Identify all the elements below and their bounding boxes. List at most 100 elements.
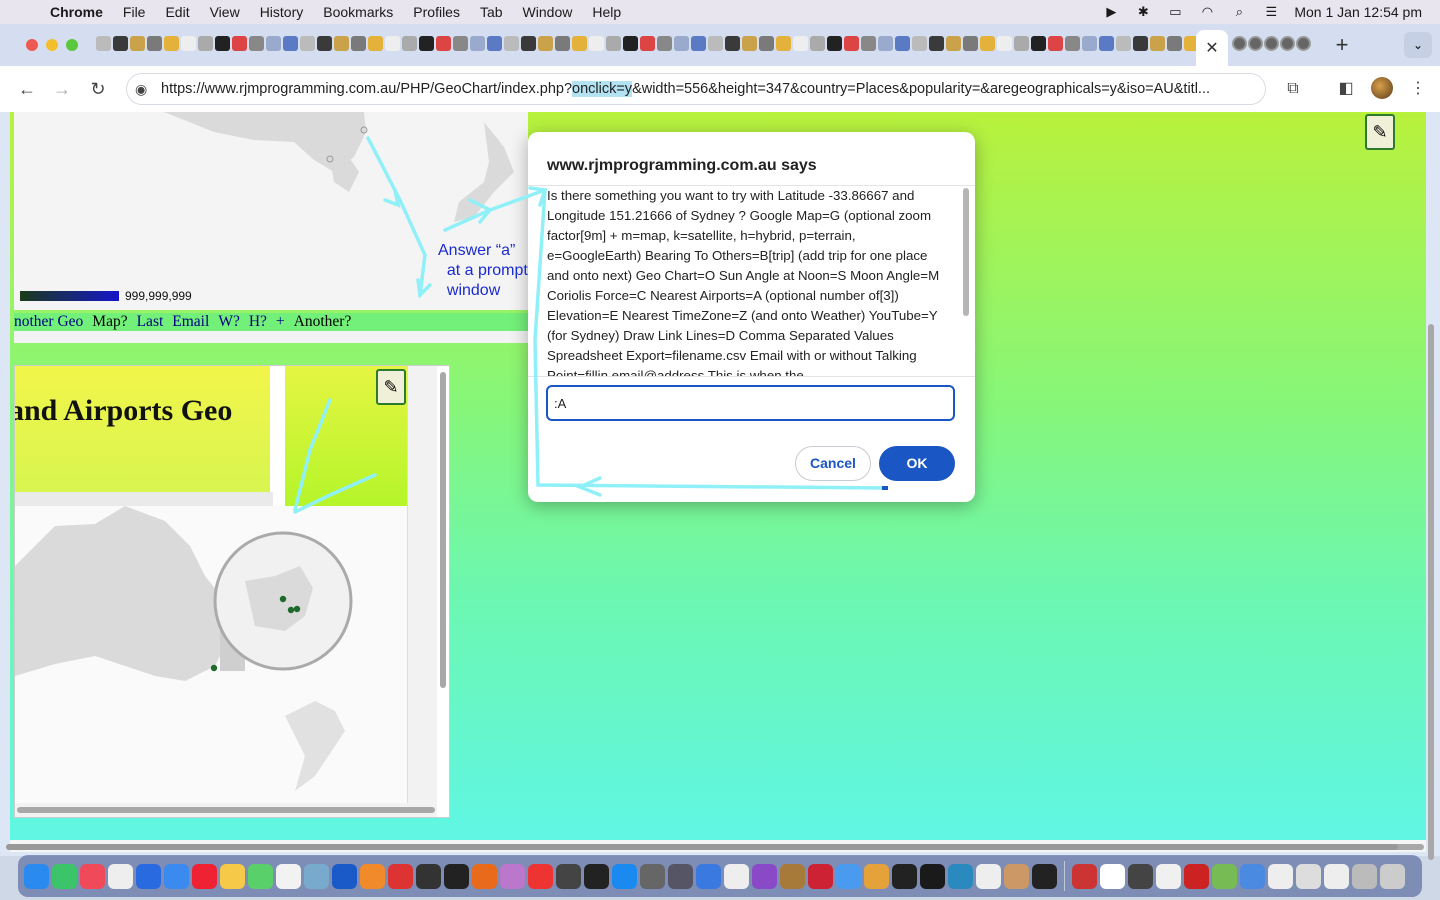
map-link[interactable]: Map? [92, 313, 127, 330]
tab-search-chevron-icon[interactable]: ⌄ [1404, 32, 1432, 58]
tab-favicon[interactable] [912, 36, 927, 51]
url-text[interactable]: https://www.rjmprogramming.com.au/PHP/Ge… [161, 81, 1251, 97]
tab-favicon[interactable] [1232, 36, 1247, 51]
dock-app-icon[interactable] [1352, 863, 1377, 889]
tab-favicon[interactable] [640, 36, 655, 51]
tab-favicon[interactable] [589, 36, 604, 51]
another-geo-link[interactable]: nother Geo [14, 313, 83, 330]
iframe-vertical-scrollbar[interactable] [407, 366, 437, 803]
dock-app-icon[interactable] [528, 863, 553, 889]
media-play-icon[interactable]: ▶ [1102, 4, 1120, 19]
tab-favicon[interactable] [232, 36, 247, 51]
window-horizontal-scroll-thumb[interactable] [6, 844, 1398, 850]
tab-favicon[interactable] [844, 36, 859, 51]
dock-app-icon[interactable] [1072, 863, 1097, 889]
tab-favicon[interactable] [674, 36, 689, 51]
dock-app-icon[interactable] [780, 863, 805, 889]
another-link[interactable]: Another? [294, 313, 352, 330]
forward-arrow-icon[interactable]: → [49, 76, 75, 102]
menu-tab[interactable]: Tab [470, 4, 513, 20]
tab-favicon[interactable] [317, 36, 332, 51]
dock-app-icon[interactable] [1004, 863, 1029, 889]
tab-favicon[interactable] [1248, 36, 1263, 51]
tab-favicon[interactable] [623, 36, 638, 51]
dock-app-icon[interactable] [416, 863, 441, 889]
spotlight-search-icon[interactable]: ⌕ [1230, 4, 1248, 19]
tab-favicon[interactable] [1133, 36, 1148, 51]
tab-favicon[interactable] [606, 36, 621, 51]
tab-favicon[interactable] [861, 36, 876, 51]
tab-favicon[interactable] [538, 36, 553, 51]
menu-edit[interactable]: Edit [155, 4, 199, 20]
dock-app-icon[interactable] [612, 863, 637, 889]
close-window-button[interactable] [26, 39, 38, 51]
embedded-airports-frame[interactable]: and Airports Geo ✎ [14, 365, 450, 818]
extensions-puzzle-icon[interactable]: ⧉ [1280, 76, 1306, 102]
menu-window[interactable]: Window [513, 4, 583, 20]
dock-app-icon[interactable] [332, 863, 357, 889]
tab-favicon[interactable] [1048, 36, 1063, 51]
tab-favicon[interactable] [419, 36, 434, 51]
tab-favicon[interactable] [708, 36, 723, 51]
close-tab-icon[interactable]: ✕ [1205, 38, 1218, 58]
back-arrow-icon[interactable]: ← [14, 76, 40, 102]
tab-favicon[interactable] [1184, 36, 1196, 51]
tab-favicon[interactable] [385, 36, 400, 51]
dock-app-icon[interactable] [80, 863, 105, 889]
tab-favicon[interactable] [1264, 36, 1279, 51]
tab-favicon[interactable] [1280, 36, 1295, 51]
dock-app-icon[interactable] [220, 863, 245, 889]
maximize-window-button[interactable] [66, 39, 78, 51]
tab-favicon[interactable] [300, 36, 315, 51]
tab-favicon[interactable] [572, 36, 587, 51]
dock-app-icon[interactable] [1128, 863, 1153, 889]
tab-favicon[interactable] [657, 36, 672, 51]
bluetooth-icon[interactable]: ✱ [1134, 4, 1152, 19]
dock-app-icon[interactable] [444, 863, 469, 889]
email-link[interactable]: Email [172, 313, 209, 330]
notepad-icon[interactable]: ✎ [1365, 114, 1395, 150]
tab-favicon[interactable] [963, 36, 978, 51]
tab-favicon[interactable] [130, 36, 145, 51]
tab-favicon[interactable] [742, 36, 757, 51]
reload-icon[interactable]: ↻ [85, 76, 111, 102]
tab-favicon[interactable] [96, 36, 111, 51]
address-bar[interactable]: ◉ https://www.rjmprogramming.com.au/PHP/… [126, 73, 1266, 105]
tab-favicon[interactable] [725, 36, 740, 51]
dock-app-icon[interactable] [864, 863, 889, 889]
tab-favicon[interactable] [521, 36, 536, 51]
tab-favicon[interactable] [368, 36, 383, 51]
tab-favicon[interactable] [691, 36, 706, 51]
h-link[interactable]: H? [249, 313, 267, 330]
menu-view[interactable]: View [200, 4, 250, 20]
dock-app-icon[interactable] [724, 863, 749, 889]
tab-favicon[interactable] [1031, 36, 1046, 51]
battery-icon[interactable]: ▭ [1166, 4, 1184, 19]
tab-favicon[interactable] [555, 36, 570, 51]
tab-favicon[interactable] [1065, 36, 1080, 51]
notepad-icon[interactable]: ✎ [376, 369, 406, 405]
dock-app-icon[interactable] [472, 863, 497, 889]
dock-app-icon[interactable] [836, 863, 861, 889]
tab-favicon[interactable] [164, 36, 179, 51]
dock-app-icon[interactable] [360, 863, 385, 889]
tab-favicon[interactable] [504, 36, 519, 51]
menu-file[interactable]: File [113, 4, 156, 20]
dock-app-icon[interactable] [920, 863, 945, 889]
tab-favicon[interactable] [249, 36, 264, 51]
new-tab-button[interactable]: + [1330, 32, 1354, 58]
dock-app-icon[interactable] [388, 863, 413, 889]
dock-app-icon[interactable] [696, 863, 721, 889]
side-panel-icon[interactable]: ◧ [1333, 76, 1359, 102]
dock-app-icon[interactable] [948, 863, 973, 889]
ok-button[interactable]: OK [879, 446, 955, 481]
tab-favicon[interactable] [181, 36, 196, 51]
tab-favicon[interactable] [351, 36, 366, 51]
tab-favicon[interactable] [334, 36, 349, 51]
tab-favicon[interactable] [827, 36, 842, 51]
tab-favicon[interactable] [946, 36, 961, 51]
tab-favicon[interactable] [980, 36, 995, 51]
dock-app-icon[interactable] [1184, 863, 1209, 889]
tab-favicon[interactable] [283, 36, 298, 51]
tab-favicon[interactable] [1014, 36, 1029, 51]
